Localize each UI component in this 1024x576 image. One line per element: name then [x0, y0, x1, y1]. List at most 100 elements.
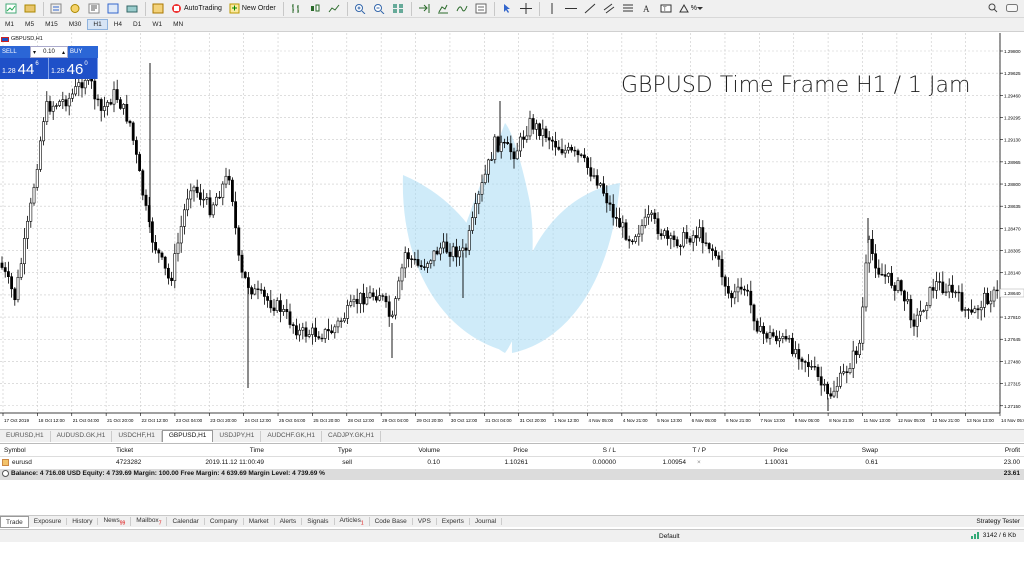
candle-body: [176, 242, 180, 254]
channel-icon[interactable]: [600, 1, 618, 17]
terminal-tab-articles[interactable]: Articles1: [335, 516, 370, 527]
strategy-tester-tab[interactable]: Strategy Tester: [976, 518, 1020, 525]
text-label-icon[interactable]: T: [657, 1, 675, 17]
col-price[interactable]: Price: [480, 447, 528, 454]
chart-tab[interactable]: USDCHF,H1: [112, 431, 162, 442]
sell-price[interactable]: 1.28 44 6: [0, 58, 49, 79]
col-volume[interactable]: Volume: [390, 447, 440, 454]
zoom-out-icon[interactable]: [370, 1, 388, 17]
indicators-icon[interactable]: [453, 1, 471, 17]
terminal-tab-mailbox[interactable]: Mailbox7: [131, 516, 168, 527]
terminal-tab-journal[interactable]: Journal: [470, 518, 503, 525]
terminal-tab-signals[interactable]: Signals: [302, 518, 335, 525]
draw-objects-dropdown[interactable]: %: [676, 1, 706, 17]
templates-icon[interactable]: [472, 1, 490, 17]
bar-chart-icon[interactable]: [287, 1, 305, 17]
chart-tab[interactable]: USDJPY,H1: [213, 431, 262, 442]
sell-price-prefix: 1.28: [2, 68, 16, 75]
terminal-tab-calendar[interactable]: Calendar: [167, 518, 205, 525]
buy-price[interactable]: 1.28 46 0: [49, 58, 98, 79]
col-type[interactable]: Type: [300, 447, 352, 454]
sell-price-sup: 6: [35, 61, 39, 67]
terminal-tab-trade[interactable]: Trade: [0, 515, 29, 528]
metaeditor-icon[interactable]: [149, 1, 167, 17]
terminal-tab-company[interactable]: Company: [205, 518, 244, 525]
vertical-line-icon[interactable]: [543, 1, 561, 17]
autoscroll-icon[interactable]: [415, 1, 433, 17]
timeframe-m30[interactable]: M30: [64, 20, 87, 29]
time-tick-label: 12 Nov 05:00: [898, 418, 926, 423]
buy-button[interactable]: BUY: [68, 46, 98, 58]
remove-tp-icon[interactable]: ×: [697, 459, 701, 466]
line-chart-icon[interactable]: [325, 1, 343, 17]
terminal-tab-label: Articles: [339, 516, 361, 524]
timeframe-d1[interactable]: D1: [128, 20, 146, 29]
price-tick-label: 1.28470: [1004, 226, 1021, 231]
tester-icon[interactable]: [123, 1, 141, 17]
col-time[interactable]: Time: [200, 447, 264, 454]
chart-tab[interactable]: AUDUSD.GK,H1: [51, 431, 113, 442]
chart-tab[interactable]: EURUSD,H1: [0, 431, 51, 442]
profiles-icon[interactable]: [21, 1, 39, 17]
col-sl[interactable]: S / L: [570, 447, 616, 454]
chart-tab[interactable]: CADJPY.GK,H1: [322, 431, 382, 442]
market-watch-icon[interactable]: [47, 1, 65, 17]
timeframe-h4[interactable]: H4: [109, 20, 127, 29]
chat-icon[interactable]: [1006, 3, 1018, 13]
col-tp[interactable]: T / P: [660, 447, 706, 454]
timeframe-m5[interactable]: M5: [20, 20, 39, 29]
terminal-tab-market[interactable]: Market: [244, 518, 275, 525]
chart-window-label: GBPUSD,H1: [11, 36, 43, 42]
candle-body: [227, 175, 231, 181]
timeframe-mn[interactable]: MN: [168, 20, 188, 29]
candle-body: [906, 299, 910, 302]
candle-body: [205, 197, 209, 200]
chart-tab[interactable]: GBPUSD,H1: [161, 430, 214, 442]
candle-body: [490, 159, 494, 161]
trendline-icon[interactable]: [581, 1, 599, 17]
col-swap[interactable]: Swap: [830, 447, 878, 454]
text-tool-icon[interactable]: A: [638, 1, 656, 17]
candle-body: [899, 280, 903, 292]
chart-window[interactable]: GBPUSD,H1 SELL ▾ 0.10 ▴ BUY 1.28 44 6 1.…: [0, 33, 1024, 429]
col-symbol[interactable]: Symbol: [4, 447, 26, 454]
lot-size-input[interactable]: ▾ 0.10 ▴: [30, 46, 68, 58]
search-icon[interactable]: [988, 3, 998, 13]
terminal-tab-experts[interactable]: Experts: [437, 518, 470, 525]
table-row[interactable]: eurusd 4723282 2019.11.12 11:00:49 sell …: [0, 458, 1024, 469]
terminal-tab-alerts[interactable]: Alerts: [275, 518, 303, 525]
col-price2[interactable]: Price: [740, 447, 788, 454]
chart-shift-icon[interactable]: [434, 1, 452, 17]
terminal-tab-news[interactable]: News99: [98, 516, 132, 527]
data-window-icon[interactable]: [66, 1, 84, 17]
terminal-icon[interactable]: [104, 1, 122, 17]
autotrading-button[interactable]: AutoTrading: [168, 1, 225, 17]
sell-button[interactable]: SELL: [0, 46, 30, 58]
lot-up-icon[interactable]: ▴: [62, 49, 65, 56]
fibonacci-icon[interactable]: [619, 1, 637, 17]
horizontal-line-icon[interactable]: [562, 1, 580, 17]
candlestick-icon[interactable]: [306, 1, 324, 17]
terminal-tab-exposure[interactable]: Exposure: [29, 518, 68, 525]
col-ticket[interactable]: Ticket: [116, 447, 133, 454]
timeframe-w1[interactable]: W1: [147, 20, 167, 29]
navigator-icon[interactable]: [85, 1, 103, 17]
timeframe-h1[interactable]: H1: [87, 19, 108, 30]
col-profit[interactable]: Profit: [984, 447, 1020, 454]
terminal-tab-label: VPS: [417, 518, 431, 525]
lot-down-icon[interactable]: ▾: [33, 49, 36, 56]
terminal-tab-history[interactable]: History: [67, 518, 99, 525]
price-tick-label: 1.27150: [1004, 404, 1021, 409]
cursor-icon[interactable]: [498, 1, 516, 17]
chart-tab[interactable]: AUDCHF.GK,H1: [261, 431, 322, 442]
zoom-in-icon[interactable]: [351, 1, 369, 17]
timeframe-m1[interactable]: M1: [0, 20, 19, 29]
tile-windows-icon[interactable]: [389, 1, 407, 17]
crosshair-icon[interactable]: [517, 1, 535, 17]
new-order-button[interactable]: New Order: [226, 1, 279, 17]
terminal-tab-vps[interactable]: VPS: [413, 518, 437, 525]
timeframe-m15[interactable]: M15: [40, 20, 63, 29]
terminal-tab-code-base[interactable]: Code Base: [370, 518, 413, 525]
terminal-tab-label: News: [103, 516, 120, 524]
new-chart-icon[interactable]: [2, 1, 20, 17]
